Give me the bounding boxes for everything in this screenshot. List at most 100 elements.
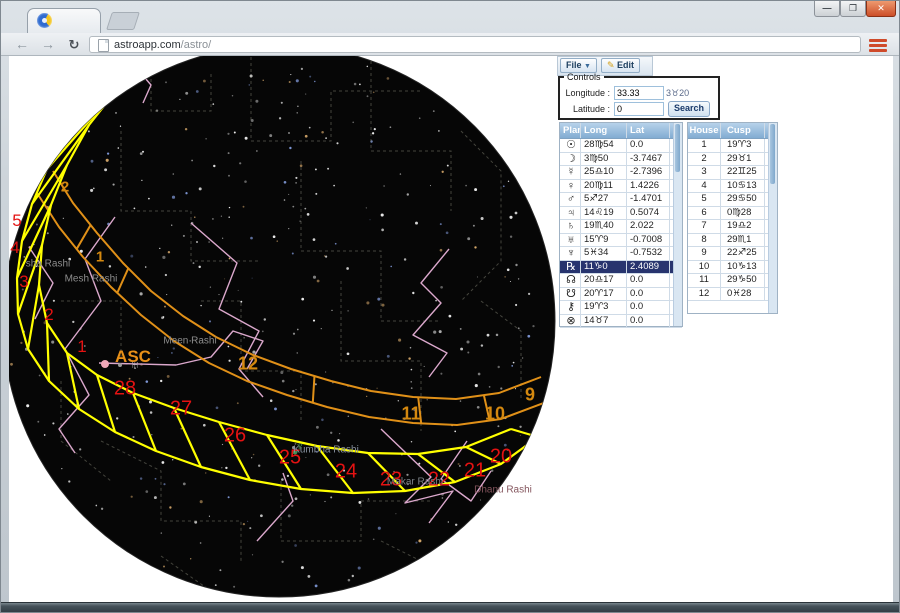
- planet-row-mercury[interactable]: ☿ 25♎10 -2.7396: [560, 166, 682, 180]
- planet-latitude: 0.0: [627, 139, 670, 152]
- planet-longitude: 19♈3: [581, 301, 627, 314]
- planet-symbol-icon: ♃: [560, 206, 581, 219]
- planet-row-jupiter[interactable]: ♃ 14♌19 0.5074: [560, 206, 682, 220]
- sphere-label: 26: [223, 424, 247, 447]
- sphere-label: 12: [237, 353, 259, 374]
- house-row-10[interactable]: 10 10♑13: [688, 260, 777, 274]
- back-button[interactable]: ←: [11, 35, 33, 54]
- sphere-label: 9: [524, 384, 536, 405]
- planet-row-neptune[interactable]: ♆ 5♓34 -0.7532: [560, 247, 682, 261]
- sphere-label: 25: [278, 446, 302, 469]
- sphere-label: 2: [44, 305, 54, 324]
- close-button[interactable]: ✕: [866, 1, 896, 17]
- sphere-label: 10: [484, 403, 506, 424]
- house-row-8[interactable]: 8 29♏1: [688, 233, 777, 247]
- lat-col-header[interactable]: Lat: [627, 123, 670, 138]
- maximize-button[interactable]: ❐: [840, 1, 866, 17]
- planet-latitude: 1.4226: [627, 179, 670, 192]
- latitude-label: Latitude :: [572, 104, 610, 114]
- house-row-11[interactable]: 11 29♑50: [688, 274, 777, 288]
- minimize-button[interactable]: —: [814, 1, 840, 17]
- planet-row-fortune[interactable]: ⊗ 14♉7 0.0: [560, 314, 682, 328]
- url-text: astroapp.com/astro/: [114, 38, 211, 52]
- house-cusp: 0♍28: [721, 206, 765, 219]
- file-button[interactable]: File ▼: [560, 58, 597, 73]
- planet-latitude: 2.4089: [627, 260, 670, 273]
- sphere-label: sha Rashi: [25, 258, 71, 270]
- planet-row-north-node[interactable]: ☊ 20♎17 0.0: [560, 274, 682, 288]
- planet-row-mars[interactable]: ♂ 5♐27 -1.4701: [560, 193, 682, 207]
- house-row-4[interactable]: 4 10♋13: [688, 179, 777, 193]
- planet-latitude: 0.0: [627, 287, 670, 300]
- chrome-menu-icon[interactable]: [865, 36, 891, 53]
- planet-longitude: 20♎17: [581, 274, 627, 287]
- search-button[interactable]: Search: [668, 101, 710, 117]
- planet-latitude: 0.0: [627, 301, 670, 314]
- house-row-1[interactable]: 1 19♈3: [688, 139, 777, 153]
- planet-col-header[interactable]: Planet: [560, 123, 581, 138]
- title-bar: — ❐ ✕: [1, 1, 899, 33]
- edit-button[interactable]: ✎ Edit: [600, 58, 641, 73]
- planet-row-venus[interactable]: ♀ 20♍11 1.4226: [560, 179, 682, 193]
- url-bar[interactable]: astroapp.com/astro/: [89, 36, 861, 53]
- sphere-label: Meen Rashi: [163, 335, 217, 347]
- house-number: 12: [688, 287, 721, 300]
- house-cusp: 29♋50: [721, 193, 765, 206]
- planet-symbol-icon: ♆: [560, 247, 581, 260]
- planet-latitude: -3.7467: [627, 152, 670, 165]
- house-row-2[interactable]: 2 29♉1: [688, 152, 777, 166]
- new-tab-button[interactable]: [106, 12, 140, 30]
- house-cusp: 10♑13: [721, 260, 765, 273]
- planet-table-scrollbar[interactable]: [673, 123, 682, 326]
- house-row-9[interactable]: 9 22♐25: [688, 247, 777, 261]
- house-row-3[interactable]: 3 22♊25: [688, 166, 777, 180]
- longitude-input[interactable]: [614, 86, 664, 100]
- astroapp-favicon-icon: [37, 13, 52, 28]
- planet-symbol-icon: ⚷: [560, 301, 581, 314]
- forward-button[interactable]: →: [37, 35, 59, 54]
- planet-longitude: 25♎10: [581, 166, 627, 179]
- planet-row-chiron[interactable]: ⚷ 19♈3 0.0: [560, 301, 682, 315]
- browser-tab[interactable]: [27, 8, 101, 33]
- house-col-header[interactable]: House: [688, 123, 721, 138]
- planet-row-moon[interactable]: ☽ 3♍50 -3.7467: [560, 152, 682, 166]
- page-content: 2 1 12 11 10 9 5 4 3 2 1 28 27 26 25 24 23 22 21 20 ASC Meen …: [9, 56, 893, 604]
- planet-symbol-icon: ☋: [560, 287, 581, 300]
- house-row-5[interactable]: 5 29♋50: [688, 193, 777, 207]
- controls-legend: Controls: [567, 72, 601, 82]
- house-cusp: 0♓28: [721, 287, 765, 300]
- planet-latitude: 2.022: [627, 220, 670, 233]
- sphere-label: 1: [95, 248, 105, 266]
- planet-symbol-icon: ℞: [560, 260, 581, 273]
- reload-button[interactable]: ↻: [63, 35, 85, 54]
- latitude-input[interactable]: [614, 102, 664, 116]
- planet-longitude: 11♑0: [581, 260, 627, 273]
- planet-row-uranus[interactable]: ♅ 15♈9 -0.7008: [560, 233, 682, 247]
- house-row-12[interactable]: 12 0♓28: [688, 287, 777, 301]
- planet-latitude: 0.5074: [627, 206, 670, 219]
- planet-symbol-icon: ☽: [560, 152, 581, 165]
- planet-longitude: 14♌19: [581, 206, 627, 219]
- house-cusp: 22♐25: [721, 247, 765, 260]
- sphere-label: 27: [169, 397, 193, 420]
- planet-row-saturn[interactable]: ♄ 19♏40 2.022: [560, 220, 682, 234]
- long-col-header[interactable]: Long: [581, 123, 627, 138]
- house-cusp: 29♉1: [721, 152, 765, 165]
- house-table: House Cusp 1 19♈3 2 29♉1 3 22♊25 4 10♋13 5 29♋50 6…: [687, 122, 778, 314]
- house-number: 1: [688, 139, 721, 152]
- planet-row-pluto[interactable]: ℞ 11♑0 2.4089: [560, 260, 682, 274]
- planet-latitude: 0.0: [627, 314, 670, 327]
- house-row-7[interactable]: 7 19♎2: [688, 220, 777, 234]
- pencil-icon: ✎: [606, 60, 615, 70]
- planet-row-south-node[interactable]: ☋ 20♈17 0.0: [560, 287, 682, 301]
- sphere-label: ASC: [115, 347, 151, 366]
- window-bottom-frame: [1, 602, 899, 612]
- house-table-scrollbar[interactable]: [768, 123, 777, 313]
- chevron-down-icon: ▼: [584, 63, 591, 70]
- planet-symbol-icon: ⊗: [560, 314, 581, 327]
- cusp-col-header[interactable]: Cusp: [721, 123, 765, 138]
- sphere-label: 3: [19, 272, 29, 291]
- planet-row-sun[interactable]: ☉ 28♍54 0.0: [560, 139, 682, 153]
- house-row-6[interactable]: 6 0♍28: [688, 206, 777, 220]
- house-number: 9: [688, 247, 721, 260]
